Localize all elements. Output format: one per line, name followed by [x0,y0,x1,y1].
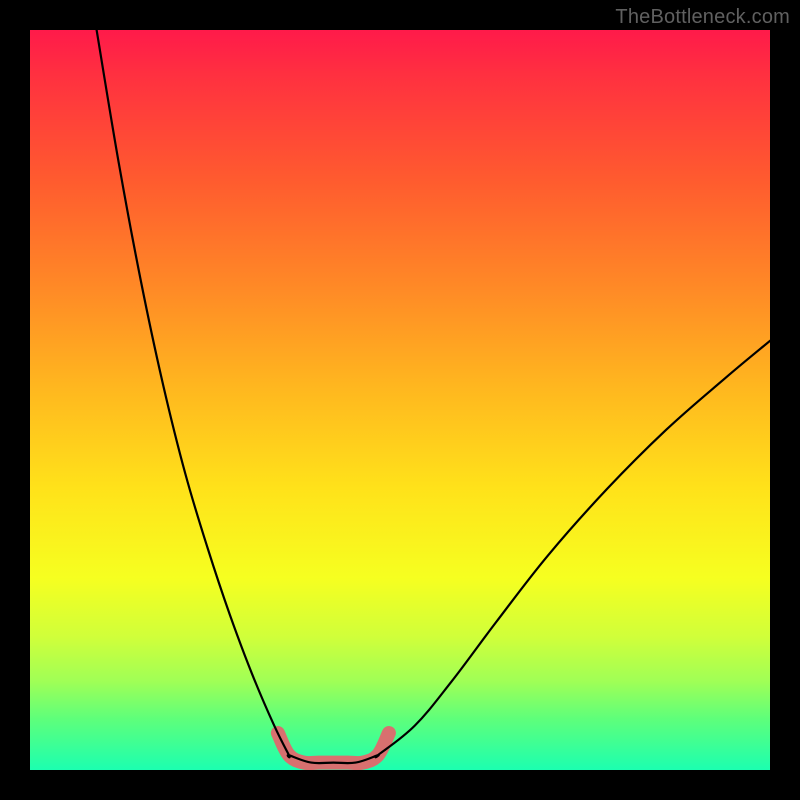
bottleneck-curve [97,30,770,763]
valley-highlight-marker [278,733,389,763]
chart-frame: TheBottleneck.com [0,0,800,800]
watermark-text: TheBottleneck.com [615,6,790,29]
chart-svg [30,30,770,770]
chart-plot-area [30,30,770,770]
